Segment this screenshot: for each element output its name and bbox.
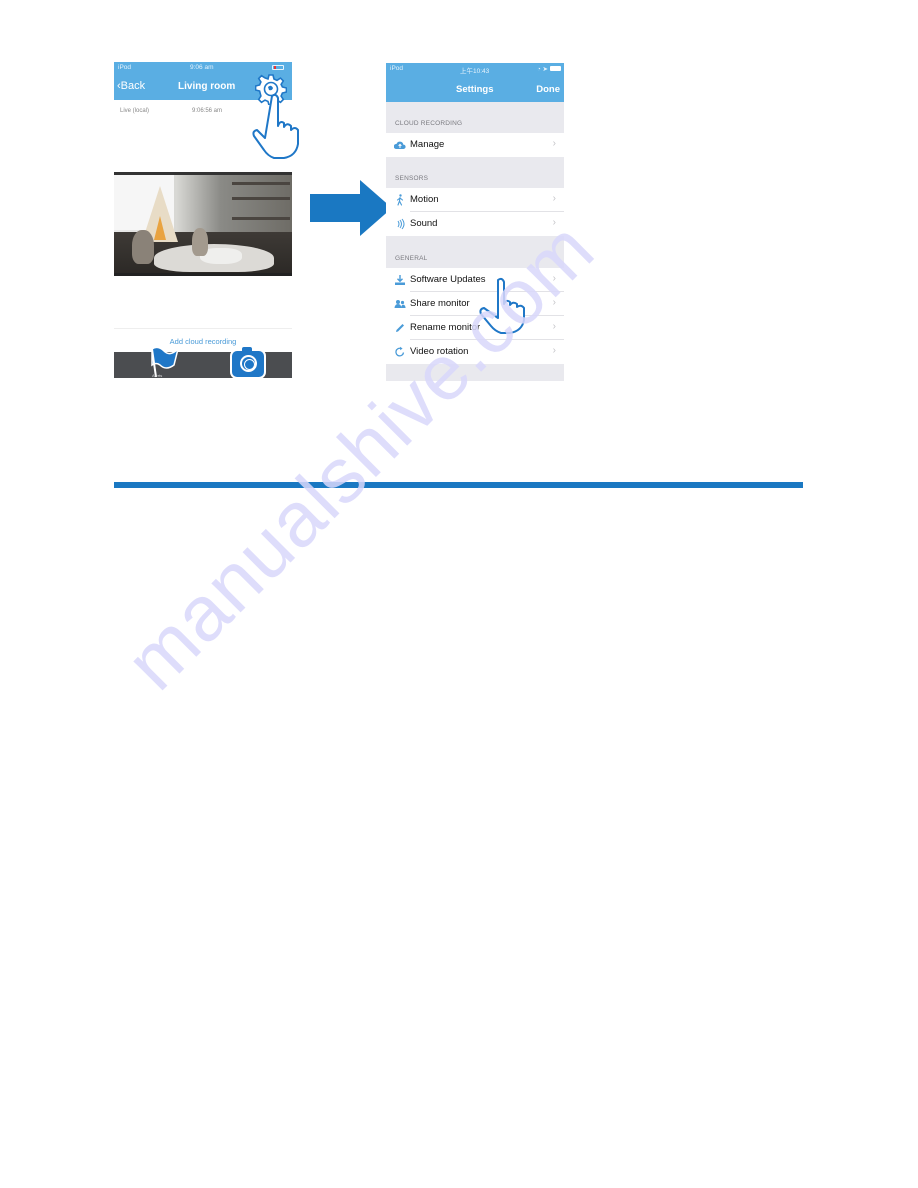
settings-screen: iPod 上午10:43 ◔ ➤ Settings Done CLOUD REC… [386, 63, 564, 381]
done-button[interactable]: Done [536, 84, 560, 95]
cloud-upload-icon [394, 141, 406, 149]
divider [114, 328, 292, 329]
settings-item-share-monitor[interactable]: Share monitor › [386, 292, 564, 316]
status-icons: ◔ ➤ [536, 66, 548, 73]
snapshot-camera-button[interactable] [230, 345, 266, 379]
tap-hand-icon [479, 277, 525, 334]
status-time: 9:06 am [190, 64, 214, 71]
settings-item-manage[interactable]: Manage › [386, 133, 564, 157]
walking-person-icon [396, 194, 404, 206]
carrier-label: iPod [390, 65, 404, 72]
battery-icon [550, 66, 561, 71]
camera-icon [240, 355, 257, 372]
settings-item-video-rotation[interactable]: Video rotation › [386, 340, 564, 364]
sound-waves-icon [397, 218, 405, 230]
live-time: 9:06:56 am [192, 108, 223, 114]
settings-item-label: Software Updates [410, 274, 486, 285]
settings-item-label: Motion [410, 194, 439, 205]
section-divider-rule [114, 482, 803, 488]
status-bar: iPod 上午10:43 ◔ ➤ [386, 63, 564, 75]
arrow-right-icon [310, 180, 392, 236]
settings-item-label: Share monitor [410, 298, 470, 309]
chevron-right-icon: › [552, 273, 556, 284]
settings-item-label: Sound [410, 218, 438, 229]
page-title: Settings [456, 84, 494, 95]
back-label: Back [120, 80, 146, 92]
users-icon [394, 300, 406, 308]
back-button[interactable]: ‹Back [117, 80, 145, 92]
settings-item-label: Video rotation [410, 346, 469, 357]
battery-icon [272, 65, 284, 70]
chevron-right-icon: › [552, 217, 556, 228]
nav-bar: Settings Done [386, 75, 564, 102]
chevron-right-icon: › [552, 345, 556, 356]
live-label: Live (local) [120, 108, 150, 114]
download-icon [395, 275, 405, 285]
rotate-icon [395, 346, 405, 357]
page-title: Living room [178, 81, 236, 92]
chevron-right-icon: › [552, 297, 556, 308]
settings-item-label: Manage [410, 139, 445, 150]
settings-item-software-updates[interactable]: Software Updates › [386, 268, 564, 292]
carrier-label: iPod [118, 64, 132, 71]
settings-item-label: Rename monitor [410, 322, 481, 333]
camera-video-feed[interactable] [114, 172, 292, 276]
add-cloud-recording-link[interactable]: Add cloud recording [114, 337, 292, 346]
settings-item-motion[interactable]: Motion › [386, 188, 564, 212]
chevron-right-icon: › [552, 193, 556, 204]
status-time: 上午10:43 [460, 68, 490, 75]
section-header-sensors: SENSORS [395, 175, 429, 182]
chevron-right-icon: › [552, 321, 556, 332]
chevron-right-icon: › [552, 138, 556, 149]
section-header-cloud-recording: CLOUD RECORDING [395, 120, 463, 127]
settings-item-rename-monitor[interactable]: Rename monitor › [386, 316, 564, 340]
settings-item-sound[interactable]: Sound › [386, 212, 564, 236]
pencil-icon [396, 324, 404, 332]
tap-hand-icon [252, 93, 299, 159]
alerts-label: Alerts [152, 373, 163, 378]
section-header-general: GENERAL [395, 255, 428, 262]
